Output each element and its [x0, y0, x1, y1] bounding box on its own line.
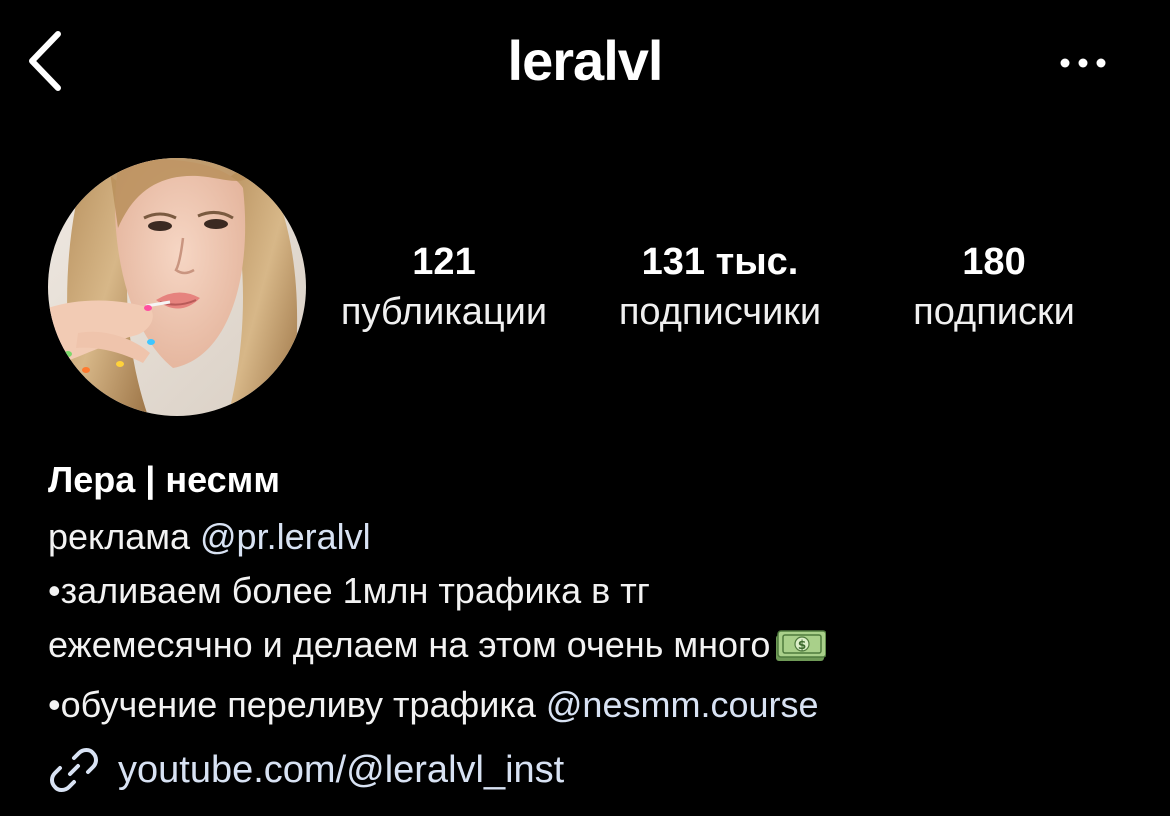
ads-account-mention[interactable]: @pr.leralvl [200, 516, 371, 557]
profile-username-title: leralvl [507, 29, 664, 92]
posts-count-label: публикации [340, 291, 548, 333]
link-icon [50, 748, 98, 792]
bio-line-ads: реклама @pr.leralvl [48, 510, 1128, 564]
profile-bio: Лера | несмм реклама @pr.leralvl •залива… [48, 456, 1128, 732]
posts-count-stat[interactable]: 121 публикации [318, 238, 570, 338]
followers-count-label: подписчики [618, 291, 822, 333]
svg-text:$: $ [798, 638, 806, 652]
bio-ads-label: реклама [48, 516, 200, 557]
posts-count-value: 121 [412, 241, 476, 283]
top-navigation-bar: leralvl [0, 0, 1170, 120]
money-banknote-icon: $ [774, 624, 828, 678]
followers-count-stat[interactable]: 131 тыс. подписчики [592, 238, 848, 338]
bio-display-name: Лера | несмм [48, 459, 280, 500]
profile-avatar[interactable] [48, 158, 306, 416]
bio-line-course: •обучение переливу трафика @nesmm.course [48, 678, 1128, 732]
profile-external-link[interactable]: youtube.com/@leralvl_inst [48, 742, 564, 798]
course-account-mention[interactable]: @nesmm.course [546, 684, 819, 725]
ellipsis-icon [1060, 58, 1106, 68]
bio-monthly-text: ежемесячно и делаем на этом очень много [48, 624, 771, 665]
bio-line-monthly: ежемесячно и делаем на этом очень много … [48, 618, 1128, 678]
following-count-value: 180 [962, 241, 1026, 283]
avatar-photo [48, 158, 306, 416]
external-link-text: youtube.com/@leralvl_inst [118, 748, 565, 791]
bio-line-traffic: •заливаем более 1млн трафика в тг [48, 570, 650, 611]
bio-course-text: •обучение переливу трафика [48, 684, 546, 725]
following-count-stat[interactable]: 180 подписки [888, 238, 1100, 338]
more-options-button[interactable] [1055, 46, 1115, 80]
following-count-label: подписки [913, 291, 1075, 333]
followers-count-value: 131 тыс. [641, 241, 799, 283]
